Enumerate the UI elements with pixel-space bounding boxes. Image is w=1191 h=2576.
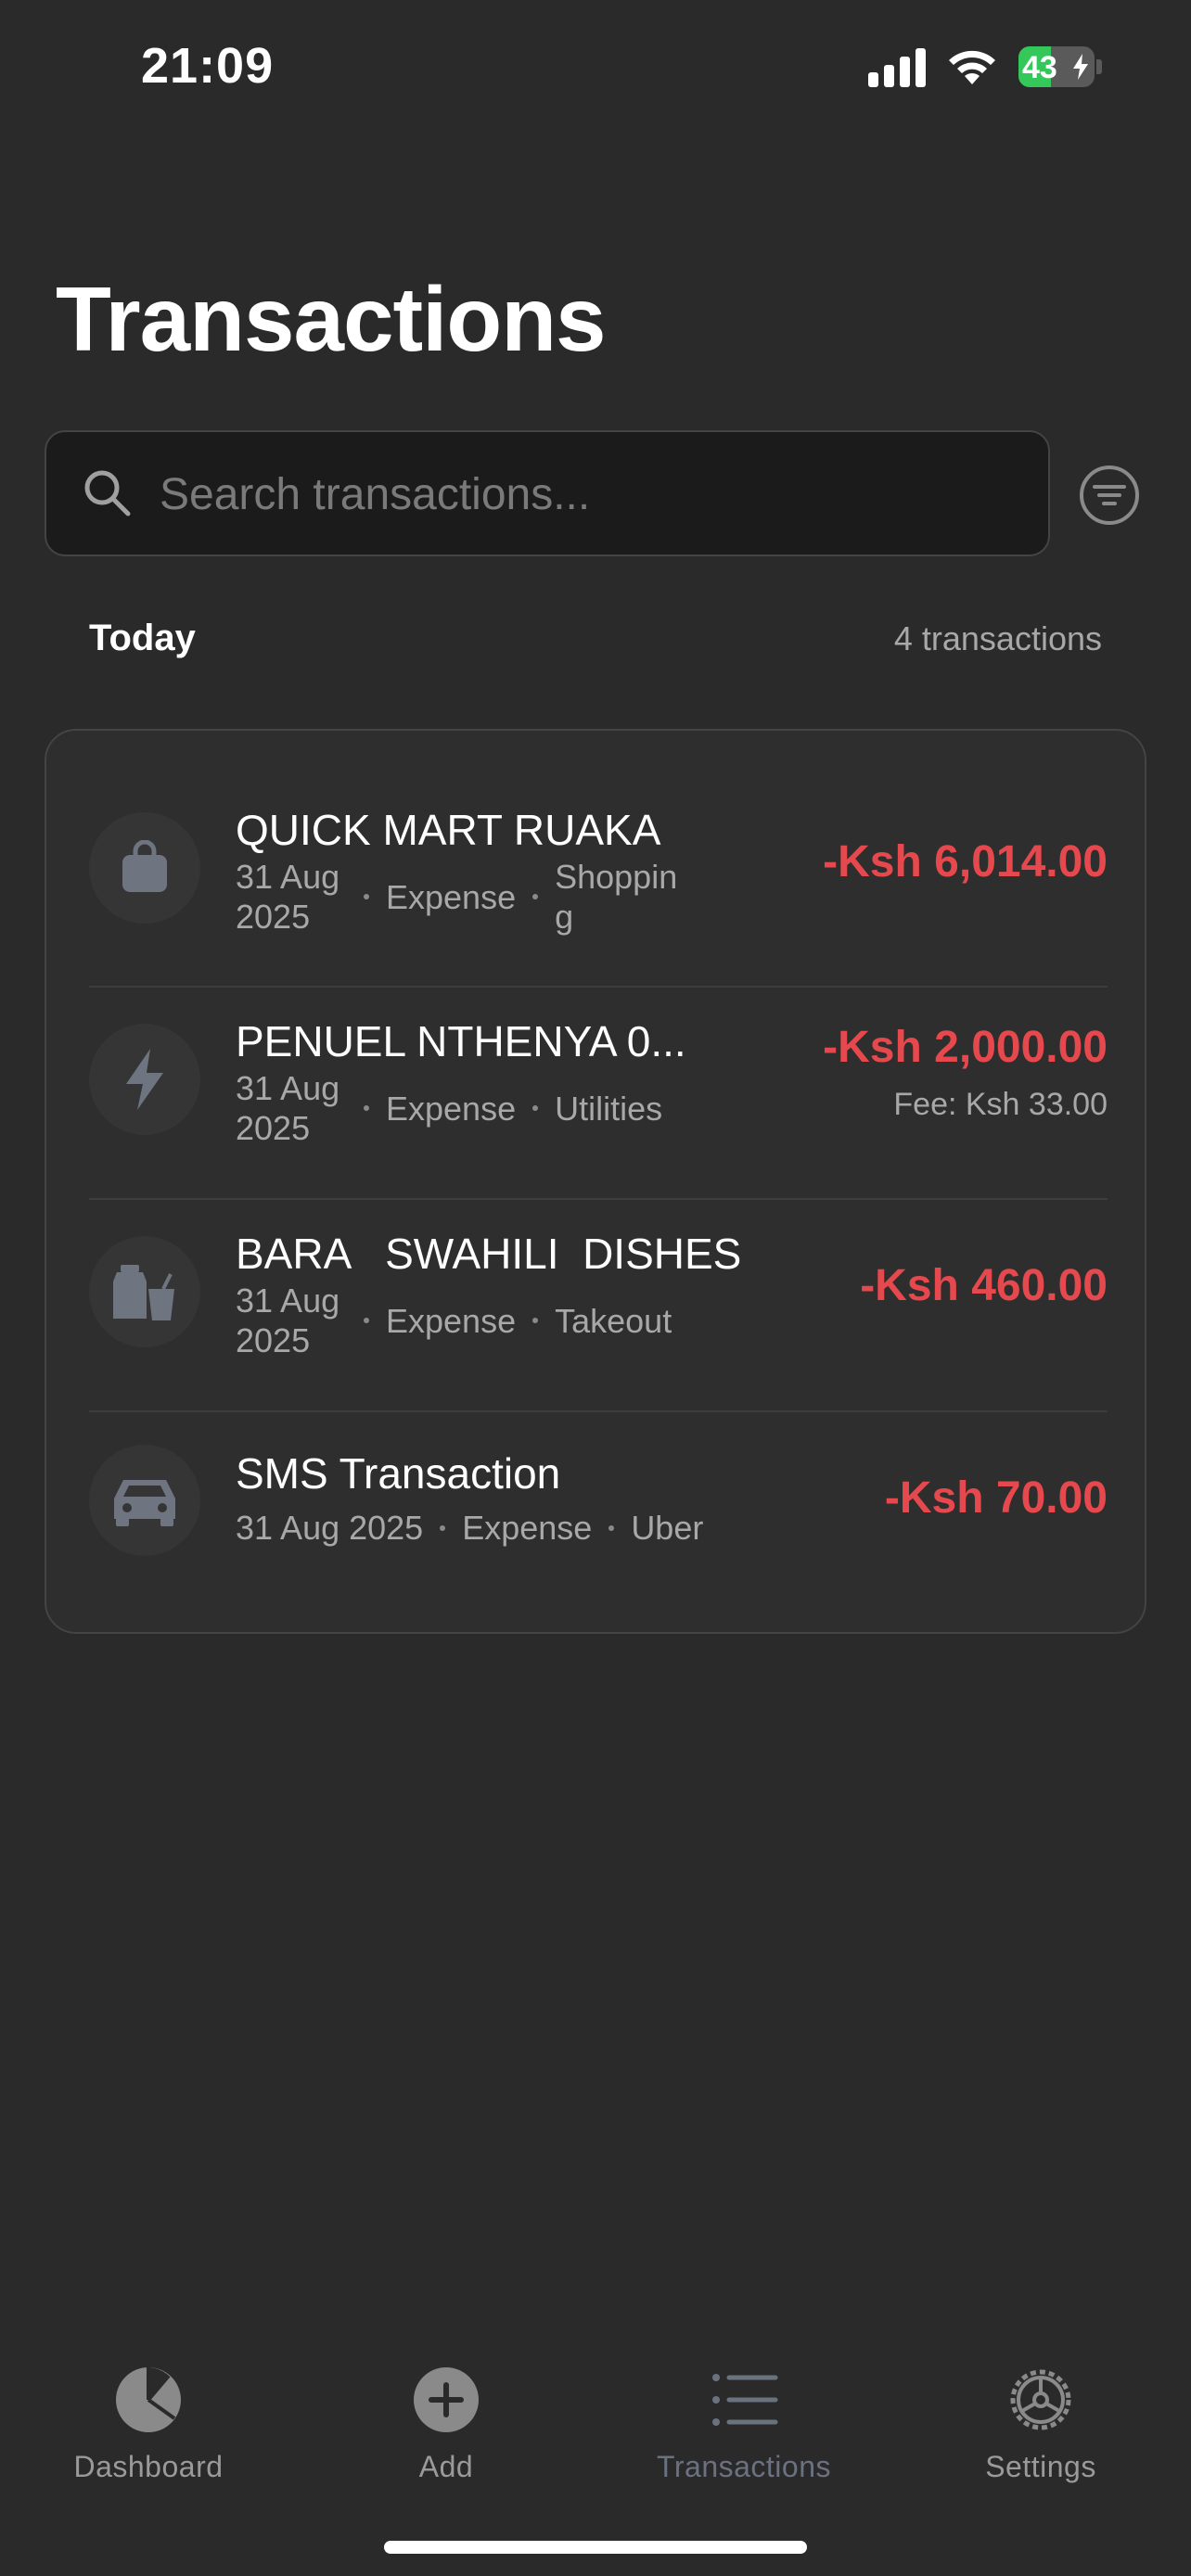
transaction-meta: 31 Aug 2025 Expense Takeout (236, 1281, 672, 1360)
transaction-row[interactable]: BARA SWAHILI DISHES 31 Aug 2025 Expense … (89, 1229, 1108, 1359)
transaction-category: Uber (631, 1509, 704, 1547)
battery-level: 43 (1022, 50, 1057, 85)
filter-icon[interactable] (1078, 464, 1141, 527)
transaction-category: Shopping (555, 858, 678, 936)
tab-label: Settings (985, 2450, 1096, 2483)
signal-icon (868, 46, 926, 87)
lightning-icon (89, 1024, 200, 1135)
transaction-category: Takeout (555, 1301, 672, 1340)
tab-label: Dashboard (73, 2450, 224, 2483)
transaction-amount: -Ksh 6,014.00 (823, 837, 1108, 886)
search-icon (84, 470, 131, 516)
transactions-card: QUICK MART RUAKA 31 Aug 2025 Expense Sho… (45, 729, 1146, 1634)
transaction-type: Expense (462, 1509, 593, 1547)
search-input[interactable] (158, 454, 1015, 534)
gear-icon (1010, 2369, 1071, 2430)
page-title: Transactions (56, 268, 607, 370)
plus-circle-icon (414, 2367, 479, 2432)
transaction-row[interactable]: PENUEL NTHENYA 0... 31 Aug 2025 Expense … (89, 1016, 1108, 1147)
tab-dashboard[interactable]: Dashboard (37, 2365, 260, 2484)
transaction-name: QUICK MART RUAKA (236, 806, 661, 854)
shopping-bag-icon (89, 812, 200, 924)
tab-settings[interactable]: Settings (929, 2365, 1152, 2484)
battery-charging-icon: 43 (1018, 46, 1095, 87)
transaction-name: BARA SWAHILI DISHES (236, 1230, 742, 1278)
transaction-category: Utilities (555, 1089, 663, 1128)
transaction-row[interactable]: QUICK MART RUAKA 31 Aug 2025 Expense Sho… (89, 805, 1108, 936)
transaction-type: Expense (386, 1301, 517, 1340)
status-icons: 43 (868, 46, 1102, 87)
list-icon (712, 2374, 778, 2426)
takeout-icon (89, 1236, 200, 1347)
section-label: Today (89, 618, 196, 658)
transaction-name: SMS Transaction (236, 1449, 561, 1498)
pie-chart-icon (116, 2367, 181, 2432)
status-time: 21:09 (141, 38, 275, 94)
transaction-meta: 31 Aug 2025 Expense Uber (236, 1508, 703, 1548)
tab-label: Transactions (657, 2450, 831, 2483)
transaction-amount: -Ksh 460.00 (860, 1261, 1108, 1310)
transaction-type: Expense (386, 877, 517, 916)
wifi-icon (949, 50, 995, 84)
car-icon (89, 1445, 200, 1556)
transaction-amount: -Ksh 70.00 (884, 1473, 1108, 1523)
transaction-type: Expense (386, 1089, 517, 1128)
tab-transactions[interactable]: Transactions (633, 2365, 855, 2484)
transaction-amount: -Ksh 2,000.00 (823, 1023, 1108, 1072)
transaction-date: 31 Aug 2025 (236, 1282, 340, 1359)
transaction-date: 31 Aug 2025 (236, 858, 340, 936)
transaction-name: PENUEL NTHENYA 0... (236, 1017, 686, 1065)
transaction-date: 31 Aug 2025 (236, 1069, 340, 1147)
transaction-meta: 31 Aug 2025 Expense Shopping (236, 857, 685, 937)
status-bar: 21:09 43 (0, 0, 1191, 139)
home-indicator[interactable] (384, 2541, 807, 2554)
transaction-row[interactable]: SMS Transaction 31 Aug 2025 Expense Uber… (89, 1445, 1108, 1556)
tab-add[interactable]: Add (335, 2365, 557, 2484)
tab-label: Add (418, 2450, 474, 2483)
transaction-date: 31 Aug 2025 (236, 1509, 424, 1547)
search-box[interactable] (45, 430, 1050, 556)
transaction-meta: 31 Aug 2025 Expense Utilities (236, 1068, 662, 1148)
transaction-count: 4 transactions (893, 619, 1102, 657)
transaction-fee: Fee: Ksh 33.00 (893, 1087, 1108, 1122)
tab-bar: Dashboard Add Transactions Settings (0, 2337, 1191, 2485)
